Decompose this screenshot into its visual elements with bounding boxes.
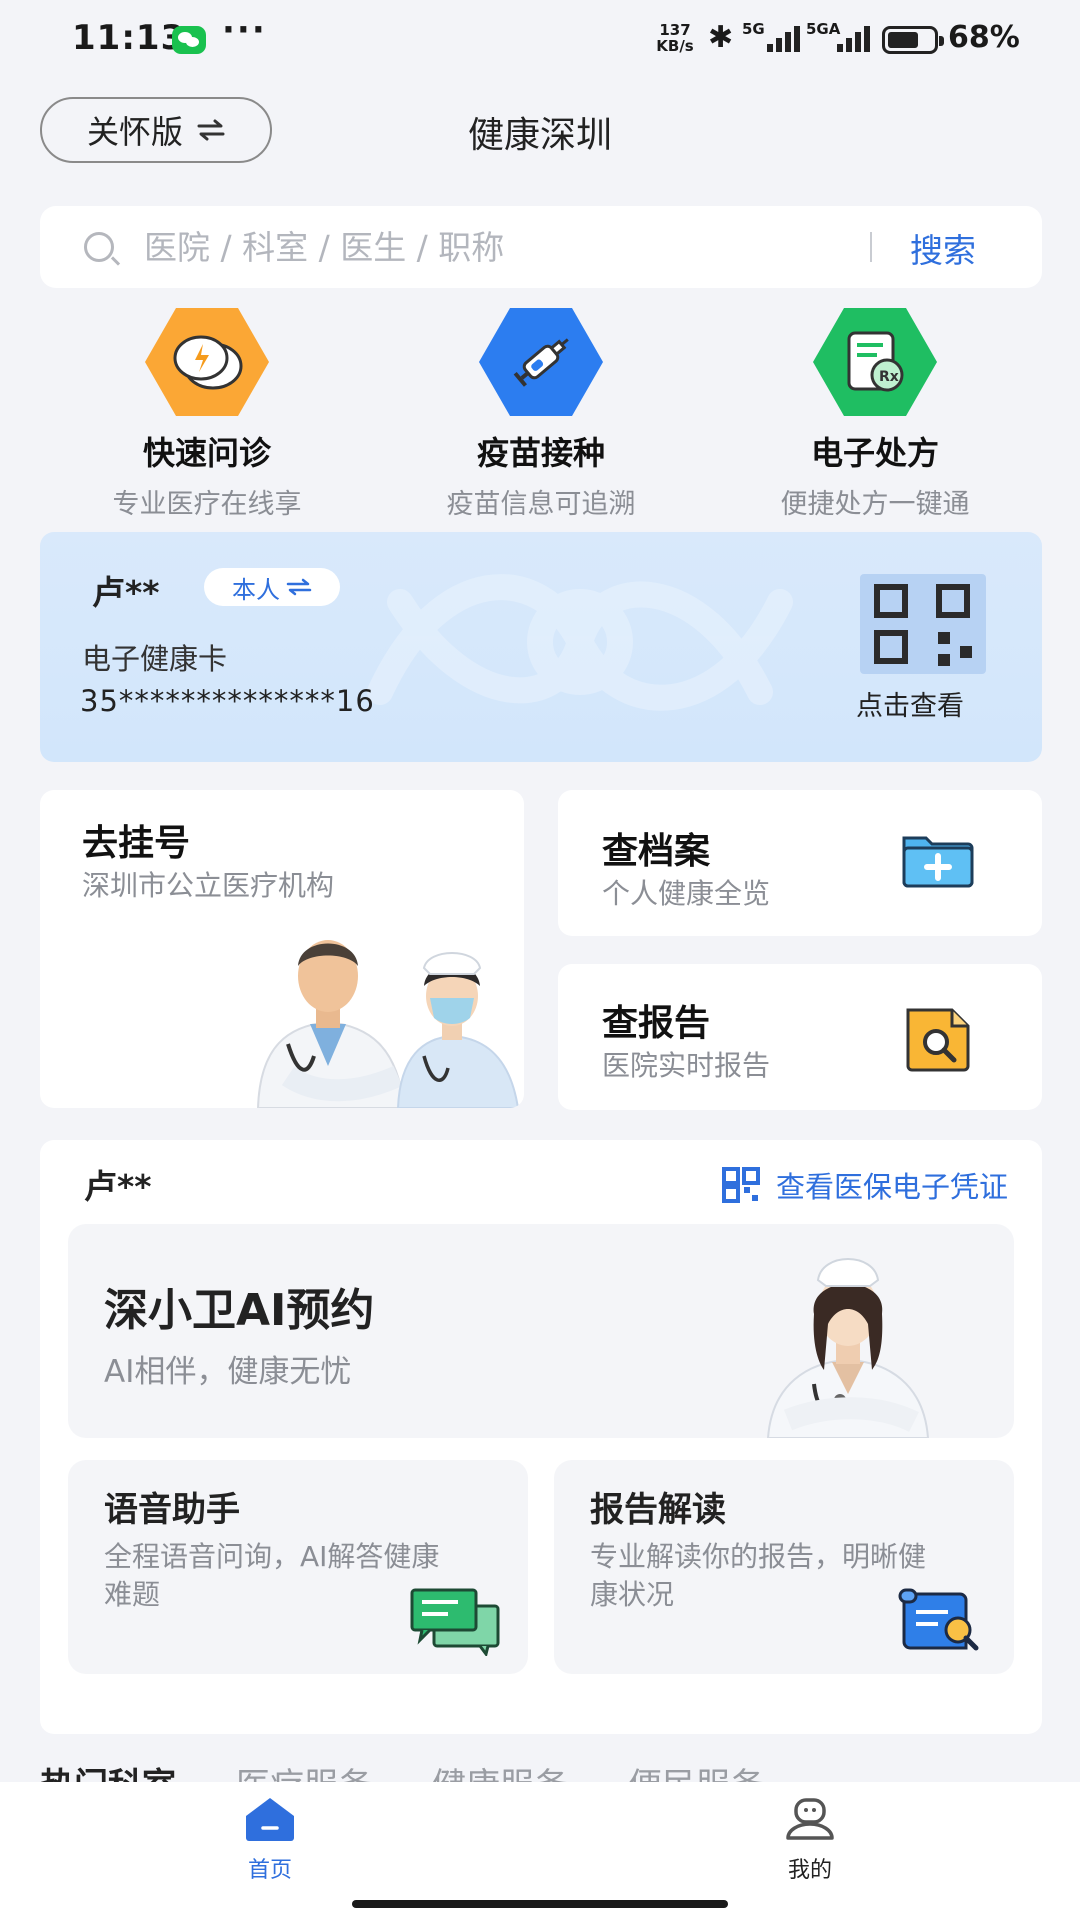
card-pattern-icon xyxy=(367,574,793,711)
records-title: 查档案 xyxy=(602,831,711,872)
ai-appointment-banner[interactable]: 深小卫AI预约 AI相伴，健康无忧 xyxy=(68,1224,1014,1438)
page-title: 健康深圳 xyxy=(467,115,612,156)
scroll-magnifier-icon xyxy=(898,1588,979,1651)
voice-assistant-subtitle: 全程语音问询，AI解答健康难题 xyxy=(104,1540,440,1611)
search-button[interactable]: 搜索 xyxy=(910,224,976,272)
quick-consult-item[interactable]: 快速问诊 专业医疗在线享 xyxy=(40,308,374,520)
nav-home[interactable]: 首页 xyxy=(190,1796,350,1884)
nav-profile-label: 我的 xyxy=(787,1858,832,1883)
report-subtitle: 医院实时报告 xyxy=(602,1049,771,1082)
ai-section: 卢** 查看医保电子凭证 深小卫AI预约 AI相伴，健康无忧 语音助手 全程语音… xyxy=(40,1140,1042,1734)
signal-icon: 5GA xyxy=(806,20,870,54)
chat-lightning-icon xyxy=(145,308,269,416)
chat-bubbles-icon xyxy=(410,1588,500,1656)
ai-appointment-subtitle: AI相伴，健康无忧 xyxy=(104,1354,352,1390)
register-card[interactable]: 去挂号 深圳市公立医疗机构 xyxy=(40,790,524,1108)
report-card[interactable]: 查报告 医院实时报告 xyxy=(558,964,1042,1110)
switch-icon xyxy=(286,578,312,596)
e-prescription-subtitle: 便捷处方一键通 xyxy=(780,489,970,520)
records-subtitle: 个人健康全览 xyxy=(602,877,771,910)
view-qr-label[interactable]: 点击查看 xyxy=(856,684,964,723)
more-notifications-icon: ··· xyxy=(222,10,267,50)
quick-services: 快速问诊 专业医疗在线享 疫苗接种 疫苗信息可追溯 Rx 电子处方 便捷处方一键… xyxy=(40,308,1042,520)
report-interpretation-card[interactable]: 报告解读 专业解读你的报告，明晰健康状况 xyxy=(554,1460,1014,1674)
quick-consult-title: 快速问诊 xyxy=(142,434,271,472)
battery-percent: 68% xyxy=(948,20,1020,55)
card-holder-name: 卢** xyxy=(92,573,160,612)
report-title: 查报告 xyxy=(602,1003,711,1044)
signal-label: 5GA xyxy=(806,20,841,38)
vaccination-title: 疫苗接种 xyxy=(476,434,605,472)
quick-consult-subtitle: 专业医疗在线享 xyxy=(112,489,302,520)
care-mode-label: 关怀版 xyxy=(86,113,183,151)
svg-text:Rx: Rx xyxy=(879,369,899,385)
voice-assistant-title: 语音助手 xyxy=(104,1490,240,1530)
qr-code-icon[interactable] xyxy=(860,574,986,674)
qr-code-icon xyxy=(721,1167,760,1203)
records-card[interactable]: 查档案 个人健康全览 xyxy=(558,790,1042,936)
signal-label: 5G xyxy=(742,20,765,38)
member-name: 卢** xyxy=(84,1167,152,1206)
ai-appointment-title: 深小卫AI预约 xyxy=(104,1285,375,1336)
nav-profile[interactable]: 我的 xyxy=(730,1796,890,1884)
search-divider xyxy=(870,232,872,262)
report-search-icon xyxy=(906,1008,970,1072)
voice-assistant-card[interactable]: 语音助手 全程语音问询，AI解答健康难题 xyxy=(68,1460,528,1674)
care-mode-button[interactable]: 关怀版 xyxy=(40,97,272,163)
insurance-voucher-label: 查看医保电子凭证 xyxy=(775,1170,1008,1204)
register-subtitle: 深圳市公立医疗机构 xyxy=(82,869,335,902)
e-prescription-item[interactable]: Rx 电子处方 便捷处方一键通 xyxy=(708,308,1042,520)
syringe-icon xyxy=(479,308,603,416)
relation-label: 本人 xyxy=(232,575,280,604)
e-prescription-title: 电子处方 xyxy=(810,434,939,472)
network-speed: 137 KB/s xyxy=(652,22,698,54)
battery-icon xyxy=(882,26,944,54)
search-bar: 搜索 xyxy=(40,206,1042,288)
insurance-voucher-link[interactable]: 查看医保电子凭证 xyxy=(721,1164,1008,1206)
battery-level xyxy=(888,32,918,48)
home-icon xyxy=(246,1798,294,1841)
nurse-illustration-icon xyxy=(766,1258,930,1438)
search-icon xyxy=(84,232,114,262)
nav-home-label: 首页 xyxy=(247,1858,292,1883)
doctors-illustration-icon xyxy=(256,940,520,1108)
health-card[interactable]: 卢** 本人 电子健康卡 35**************16 点击查看 xyxy=(40,532,1042,762)
vaccination-subtitle: 疫苗信息可追溯 xyxy=(446,489,636,520)
card-type-label: 电子健康卡 xyxy=(82,642,228,676)
vaccination-item[interactable]: 疫苗接种 疫苗信息可追溯 xyxy=(374,308,708,520)
network-speed-unit: KB/s xyxy=(656,37,694,55)
switch-icon xyxy=(197,119,225,141)
status-time: 11:13 xyxy=(72,18,186,58)
register-title: 去挂号 xyxy=(82,823,191,864)
profile-icon xyxy=(786,1798,834,1840)
switch-person-button[interactable]: 本人 xyxy=(204,568,340,606)
network-speed-value: 137 xyxy=(659,21,691,39)
wechat-icon xyxy=(172,26,206,54)
folder-plus-icon xyxy=(902,836,974,888)
bluetooth-icon: ✱ xyxy=(708,20,734,55)
prescription-icon: Rx xyxy=(813,308,937,416)
report-interpretation-subtitle: 专业解读你的报告，明晰健康状况 xyxy=(590,1540,927,1611)
report-interpretation-title: 报告解读 xyxy=(590,1490,726,1530)
home-indicator xyxy=(352,1900,728,1908)
search-input[interactable] xyxy=(144,224,884,270)
status-bar: 11:13 ··· 137 KB/s ✱ 5G 5GA 68% xyxy=(0,0,1080,80)
card-number: 35**************16 xyxy=(80,684,375,718)
signal-icon: 5G xyxy=(742,20,800,54)
